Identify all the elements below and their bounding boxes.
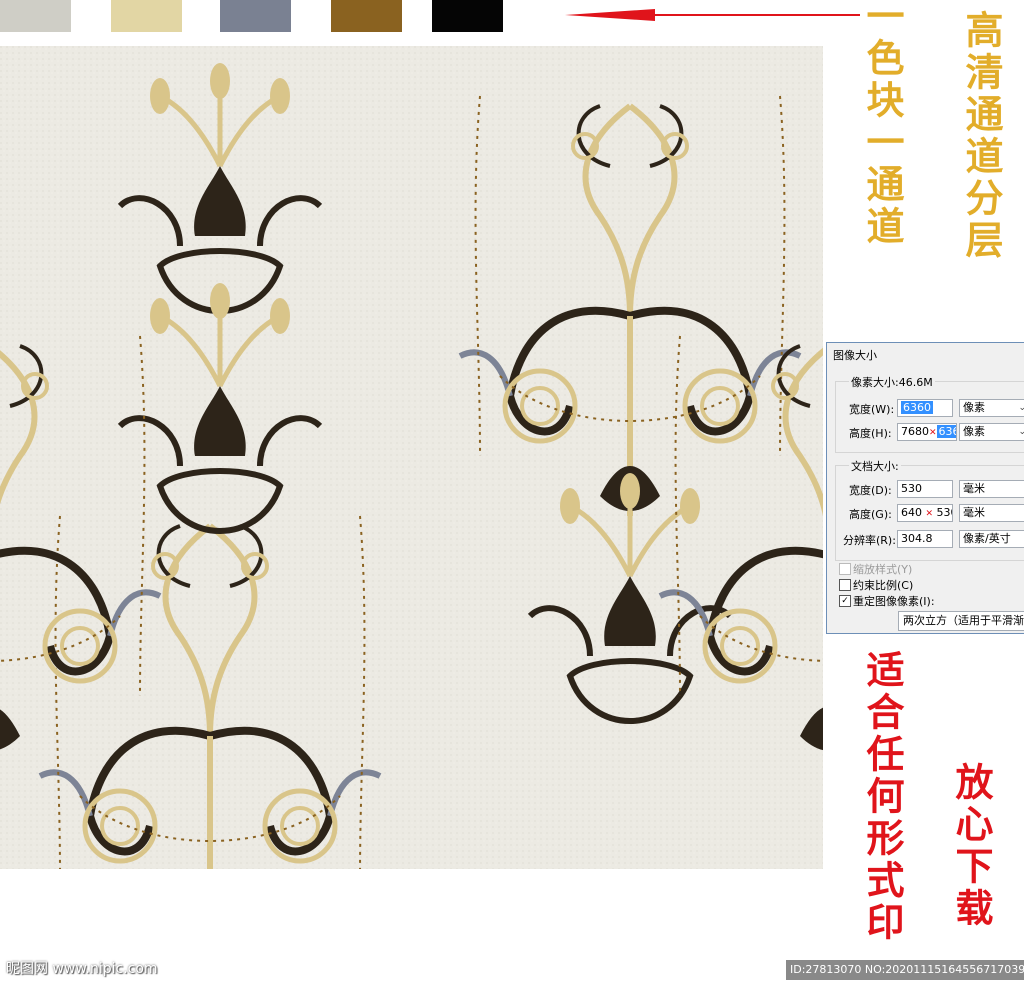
- id-watermark: ID:27813070 NO:20201115164556717039: [786, 960, 1024, 980]
- doc-width-unit-select[interactable]: 毫米: [959, 480, 1024, 498]
- resample-method-select[interactable]: 两次立方（适用于平滑渐变: [898, 611, 1024, 631]
- chevron-down-icon: ⌄: [1018, 400, 1024, 416]
- height-unit: 像素: [963, 425, 985, 438]
- resample-checkbox[interactable]: ✓: [839, 595, 851, 607]
- doc-width-label: 宽度(D):: [849, 484, 892, 497]
- height-input[interactable]: 7680✕6360: [897, 423, 957, 441]
- doc-width-unit: 毫米: [963, 482, 985, 495]
- hd-channel-layers-text: 高清通道分层: [959, 10, 1004, 262]
- arrow-left-icon: [565, 9, 860, 21]
- resample-method: 两次立方（适用于平滑渐变: [903, 614, 1024, 627]
- resolution-unit: 像素/英寸: [963, 532, 1011, 545]
- chevron-down-icon: ⌄: [1018, 424, 1024, 440]
- scale-styles-label: 缩放样式(Y): [853, 563, 913, 576]
- image-size-dialog: 图像大小 像素大小:46.6M 宽度(W): 6360 像素 ⌄ 高度(H): …: [826, 342, 1024, 634]
- resolution-label: 分辨率(R):: [843, 534, 896, 547]
- site-watermark: 昵图网 www.nipic.com: [6, 961, 158, 977]
- resolution-input[interactable]: 304.8: [897, 530, 953, 548]
- doc-height-unit-select[interactable]: 毫米: [959, 504, 1024, 522]
- doc-width-value: 530: [901, 482, 922, 495]
- height-label: 高度(H):: [849, 427, 892, 440]
- safe-download-text: 放心下载: [949, 762, 994, 930]
- pixel-size-group: [835, 381, 1024, 453]
- beige-swatch: [111, 0, 182, 32]
- width-unit-select[interactable]: 像素 ⌄: [959, 399, 1024, 417]
- width-unit: 像素: [963, 401, 985, 414]
- suits-any-print-text: 适合任何形式印: [860, 650, 905, 944]
- doc-size-label: 文档大小:: [849, 458, 901, 474]
- resample-label: 重定图像像素(I):: [853, 595, 935, 608]
- doc-width-input[interactable]: 530: [897, 480, 953, 498]
- bronze-swatch: [331, 0, 402, 32]
- doc-height-input[interactable]: 640 ✕ 530: [897, 504, 953, 522]
- pixel-size-label: 像素大小:46.6M: [849, 374, 935, 390]
- height-old-value: 7680: [901, 425, 929, 438]
- height-unit-select[interactable]: 像素 ⌄: [959, 423, 1024, 441]
- constrain-checkbox[interactable]: [839, 579, 851, 591]
- doc-height-new-value: 530: [936, 506, 952, 519]
- scale-styles-checkbox[interactable]: [839, 563, 851, 575]
- doc-height-unit: 毫米: [963, 506, 985, 519]
- damask-pattern: [0, 46, 823, 869]
- black-swatch: [432, 0, 503, 32]
- red-mark-icon: ✕: [925, 509, 934, 519]
- slate-swatch: [220, 0, 291, 32]
- height-new-value: 6360: [936, 425, 956, 438]
- light-gray-swatch: [0, 0, 71, 32]
- resolution-value: 304.8: [901, 532, 933, 545]
- red-mark-icon: ✕: [929, 428, 937, 438]
- doc-height-old-value: 640: [901, 506, 922, 519]
- resolution-unit-select[interactable]: 像素/英寸: [959, 530, 1024, 548]
- one-color-channel-text: 一色块一通道: [860, 0, 905, 248]
- width-input[interactable]: 6360: [897, 399, 953, 417]
- constrain-label: 约束比例(C): [853, 579, 914, 592]
- width-value: 6360: [901, 401, 933, 414]
- dialog-title: 图像大小: [833, 349, 877, 362]
- doc-height-label: 高度(G):: [849, 508, 892, 521]
- width-label: 宽度(W):: [849, 403, 895, 416]
